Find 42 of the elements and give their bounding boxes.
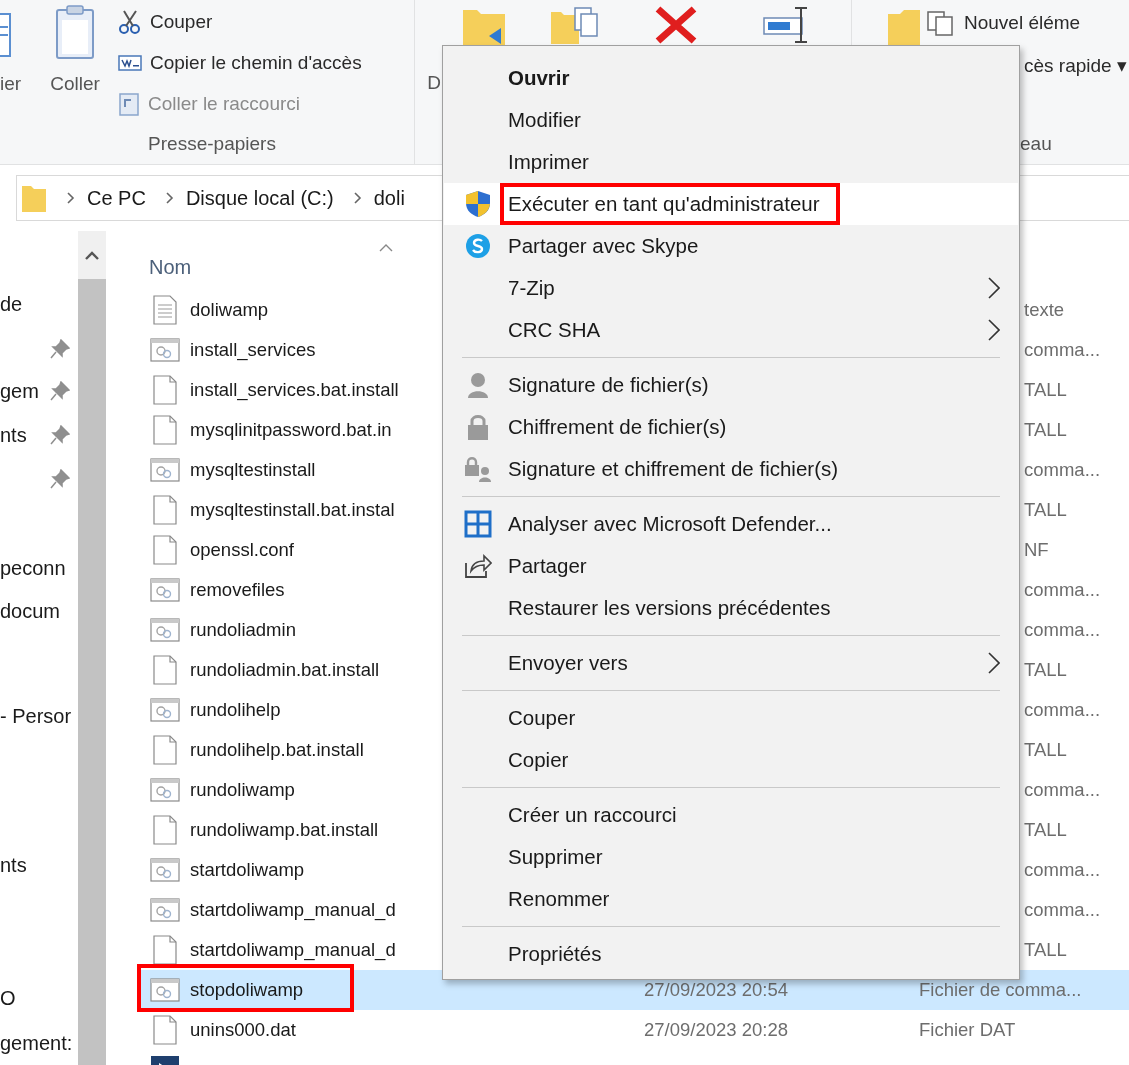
file-name: mysqltestinstall [190,459,316,481]
file-type: texte [1024,299,1065,321]
file-name: doliwamp [190,299,269,321]
file-type: comma... [1024,339,1101,361]
file-type: comma... [1024,579,1101,601]
file-name: startdoliwamp_manual_d [190,899,396,921]
file-type: Fichier de comma... [919,979,1082,1001]
file-name: rundoliwamp.bat.install [190,819,379,841]
file-date: 27/09/2023 20:28 [644,1019,790,1041]
file-type: TALL [1024,739,1067,761]
file-name: startdoliwamp [190,859,305,881]
file-name: rundoliwamp [190,779,295,801]
file-name: mysqlinitpassword.bat.in [190,419,392,441]
file-type: TALL [1024,659,1067,681]
file-name: removefiles [190,579,285,601]
file-name: install_services [190,339,316,361]
file-name: mysqltestinstall.bat.instal [190,499,395,521]
file-type: TALL [1024,379,1067,401]
file-name: install_services.bat.install [190,379,399,401]
file-name: startdoliwamp_manual_d [190,939,396,961]
file-type: TALL [1024,939,1067,961]
group-label: eau [1019,132,1053,156]
file-name: rundolihelp [190,699,281,721]
file-name: rundoliadmin.bat.install [190,659,380,681]
file-type: Fichier DAT [919,1019,1016,1041]
file-name: rundolihelp.bat.install [190,739,364,761]
file-name: openssl.conf [190,539,294,561]
file-type: comma... [1024,459,1101,481]
file-type: comma... [1024,699,1101,721]
file-name: rundoliadmin [190,619,296,641]
file-name: unins000.dat [190,1019,296,1041]
file-name: stopdoliwamp [190,979,304,1001]
file-type: TALL [1024,499,1067,521]
file-type: comma... [1024,779,1101,801]
file-type: TALL [1024,819,1067,841]
group-label: Presse-papiers [147,132,277,156]
file-type: comma... [1024,619,1101,641]
file-date: 27/09/2023 20:54 [644,979,790,1001]
file-type: comma... [1024,859,1101,881]
file-type: NF [1024,539,1049,561]
file-type: comma... [1024,899,1101,921]
file-type: TALL [1024,419,1067,441]
